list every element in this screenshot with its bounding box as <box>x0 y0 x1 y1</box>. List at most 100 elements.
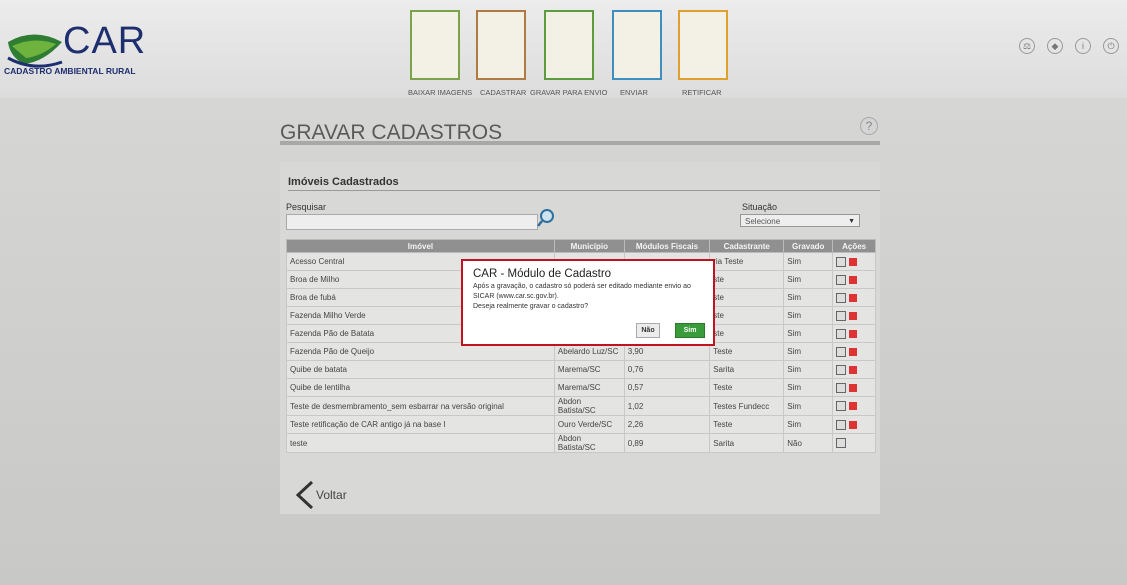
info-icon[interactable]: i <box>1075 38 1091 54</box>
table-cell: teste <box>286 433 555 453</box>
pdf-icon[interactable] <box>849 311 858 320</box>
step-gravar-para-envio[interactable] <box>544 10 594 80</box>
chevron-left-icon <box>295 480 314 510</box>
table-cell: Sim <box>783 252 834 271</box>
step-label-baixar: BAIXAR IMAGENS <box>408 88 473 97</box>
help-icon[interactable]: ? <box>860 117 878 135</box>
table-cell: 0,89 <box>623 433 711 453</box>
dialog-line: Deseja realmente gravar o cadastro? <box>473 303 589 310</box>
table-cell: Sarita <box>709 360 785 379</box>
col-modulos[interactable]: Módulos Fiscais <box>623 239 711 253</box>
balance-icon[interactable]: ⚖ <box>1019 38 1035 54</box>
pdf-icon[interactable] <box>849 365 858 374</box>
col-municipio[interactable]: Município <box>553 239 625 253</box>
logo-subtitle: CADASTRO AMBIENTAL RURAL <box>4 66 136 76</box>
actions-cell <box>832 306 876 325</box>
situacao-label: Situação <box>742 202 778 212</box>
table-cell: Sim <box>783 288 834 307</box>
no-button[interactable]: Não <box>636 323 660 338</box>
pdf-icon[interactable] <box>849 420 858 429</box>
table-cell: Sim <box>783 342 834 361</box>
col-cadastrante[interactable]: Cadastrante <box>709 239 785 253</box>
panel-title: Imóveis Cadastrados <box>288 176 399 188</box>
step-enviar[interactable] <box>612 10 662 80</box>
save-icon[interactable] <box>836 274 847 285</box>
actions-cell <box>832 360 876 379</box>
actions-cell <box>832 288 876 307</box>
table-cell: 0,57 <box>623 378 711 397</box>
table-cell: ste <box>709 306 785 325</box>
table-row: Quibe de lentilha Marema/SC 0,57 Teste Sim <box>286 378 876 397</box>
save-icon[interactable] <box>836 364 847 375</box>
pdf-icon[interactable] <box>849 347 858 356</box>
workflow-steps: BAIXAR IMAGENS CADASTRAR GRAVAR PARA ENV… <box>404 10 744 100</box>
header-tools: ⚖ ◆ i ⏻ <box>1019 38 1119 54</box>
actions-cell <box>832 415 876 434</box>
table-row: Quibe de batata Marema/SC 0,76 Sarita Sim <box>286 360 876 379</box>
table-cell: ste <box>709 270 785 289</box>
table-row: Teste de desmembramento_sem esbarrar na … <box>286 396 876 416</box>
table-cell: Sim <box>783 324 834 343</box>
title-divider <box>280 141 880 145</box>
table-cell: Teste retificação de CAR antigo já na ba… <box>286 415 555 434</box>
situacao-select[interactable]: Selecione ▼ <box>740 214 860 227</box>
pdf-icon[interactable] <box>849 402 858 410</box>
save-icon[interactable] <box>836 292 847 303</box>
table-cell: 1,02 <box>623 396 711 416</box>
save-icon[interactable] <box>836 346 847 357</box>
save-icon[interactable] <box>836 328 847 339</box>
table-cell: ste <box>709 324 785 343</box>
step-cadastrar[interactable] <box>476 10 526 80</box>
save-icon[interactable] <box>836 419 847 430</box>
magnifier-icon[interactable] <box>536 208 556 228</box>
actions-cell <box>832 378 876 397</box>
pdf-icon[interactable] <box>849 383 858 392</box>
logo-text: CAR <box>63 20 147 62</box>
pdf-icon[interactable] <box>849 329 858 338</box>
search-label: Pesquisar <box>286 202 327 212</box>
dialog-message: Após a gravação, o cadastro só poderá se… <box>473 282 711 312</box>
dialog-title: CAR - Módulo de Cadastro <box>473 268 612 280</box>
actions-cell <box>832 270 876 289</box>
table-cell: Sim <box>783 270 834 289</box>
situacao-value: Selecione <box>745 217 781 226</box>
table-cell: Marema/SC <box>553 360 625 379</box>
settings-icon[interactable]: ◆ <box>1047 38 1063 54</box>
save-icon[interactable] <box>836 256 847 267</box>
table-cell: Sarita <box>709 433 785 453</box>
col-imovel[interactable]: Imóvel <box>286 239 555 253</box>
search-input[interactable] <box>286 214 538 230</box>
power-icon[interactable]: ⏻ <box>1103 38 1119 54</box>
actions-cell <box>832 396 876 416</box>
col-gravado[interactable]: Gravado <box>783 239 834 253</box>
step-label-retificar: RETIFICAR <box>682 88 722 97</box>
save-icon[interactable] <box>836 401 847 411</box>
pdf-icon[interactable] <box>849 293 858 302</box>
table-cell: Teste de desmembramento_sem esbarrar na … <box>286 396 555 416</box>
panel-divider <box>288 190 880 191</box>
step-label-cadastrar: CADASTRAR <box>480 88 527 97</box>
table-row: Teste retificação de CAR antigo já na ba… <box>286 415 876 434</box>
confirm-dialog: CAR - Módulo de Cadastro Após a gravação… <box>461 259 715 346</box>
actions-cell <box>832 342 876 361</box>
yes-button[interactable]: Sim <box>675 323 705 338</box>
save-icon[interactable] <box>836 438 847 448</box>
step-baixar-imagens[interactable] <box>410 10 460 80</box>
step-retificar[interactable] <box>678 10 728 80</box>
save-icon[interactable] <box>836 310 847 321</box>
table-cell: Teste <box>709 378 785 397</box>
dialog-line: Após a gravação, o cadastro só poderá se… <box>473 283 691 290</box>
pdf-icon[interactable] <box>849 257 858 266</box>
pdf-icon[interactable] <box>849 275 858 284</box>
actions-cell <box>832 324 876 343</box>
table-cell: ria Teste <box>709 252 785 271</box>
table-row: teste Abdon Batista/SC 0,89 Sarita Não <box>286 433 876 453</box>
actions-cell <box>832 252 876 271</box>
table-cell: Sim <box>783 306 834 325</box>
table-cell: 2,26 <box>623 415 711 434</box>
save-icon[interactable] <box>836 382 847 393</box>
step-label-enviar: ENVIAR <box>620 88 648 97</box>
back-label: Voltar <box>316 488 347 502</box>
back-button[interactable]: Voltar <box>294 480 347 510</box>
table-cell: Sim <box>783 378 834 397</box>
